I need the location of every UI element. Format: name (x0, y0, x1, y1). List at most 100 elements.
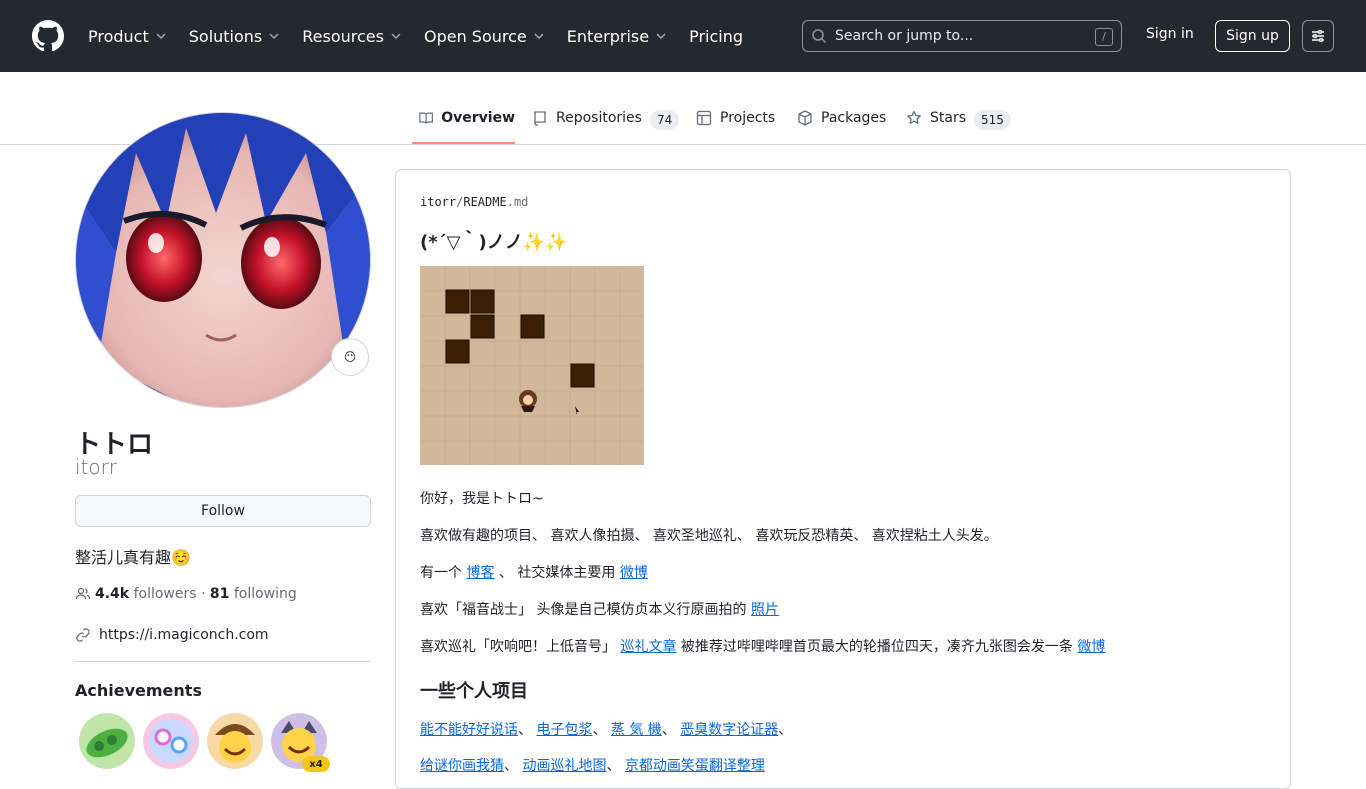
achievement-starstruck-icon[interactable] (207, 713, 263, 769)
blog-link[interactable]: 博客 (466, 565, 494, 581)
status-emoji[interactable]: 😶 (331, 338, 369, 376)
avatar-image (76, 113, 370, 407)
search-placeholder: Search or jump to... (835, 28, 974, 44)
nav-label: Pricing (689, 26, 744, 46)
nav-resources[interactable]: Resources (302, 27, 402, 46)
project-link[interactable]: 蒸 気 機 (611, 722, 662, 738)
dot-separator: · (200, 586, 206, 602)
tab-label: Repositories (556, 110, 642, 126)
repo-icon (534, 111, 546, 126)
search-shortcut-key: / (1095, 28, 1113, 46)
top-navbar: Product Solutions Resources Open Source … (0, 0, 1366, 72)
sign-in-link[interactable]: Sign in (1146, 26, 1194, 42)
pilgrimage-article-link[interactable]: 巡礼文章 (620, 639, 676, 655)
star-icon (907, 110, 921, 124)
separator: 、 (518, 722, 532, 738)
readme-owner[interactable]: itorr (420, 195, 456, 209)
text: 喜欢巡礼「吹响吧！上低音号」 (420, 639, 621, 655)
separator: 、 (778, 722, 793, 738)
followers-count[interactable]: 4.4k (95, 586, 129, 602)
followers-label[interactable]: followers (134, 586, 197, 602)
tab-label: Packages (821, 110, 887, 126)
readme-ext: .md (506, 195, 529, 209)
readme-intro: 你好，我是トトロ~ (420, 491, 544, 507)
chevron-down-icon (391, 33, 401, 40)
search-input[interactable]: Search or jump to... / (802, 20, 1122, 52)
readme-blog-line: 有一个 博客 、 社交媒体主要用 微博 (420, 562, 648, 582)
achievement-pair-extraordinaire-icon[interactable] (79, 713, 135, 769)
following-count[interactable]: 81 (210, 586, 229, 602)
project-link[interactable]: 电子包浆 (536, 722, 592, 738)
tab-projects[interactable]: Projects (696, 96, 775, 144)
book-icon (419, 112, 433, 124)
repositories-count: 74 (649, 110, 680, 130)
avatar[interactable] (75, 112, 371, 408)
readme-likes: 喜欢做有趣的项目、 喜欢人像拍摄、 喜欢圣地巡礼、 喜欢玩反恐精英、 喜欢捏粘土… (420, 528, 998, 544)
project-link[interactable]: 给谜你画我猜 (420, 758, 504, 774)
following-label[interactable]: following (234, 586, 297, 602)
chevron-down-icon (656, 33, 666, 40)
tab-label: Projects (720, 110, 776, 126)
project-link[interactable]: 能不能好好说话 (420, 722, 518, 738)
weibo-post-link[interactable]: 微博 (1077, 639, 1105, 655)
projects-heading: 一些个人项目 (420, 681, 528, 702)
separator: 、 (606, 758, 621, 774)
nav-product[interactable]: Product (88, 27, 167, 46)
text: 、 社交媒体主要用 (494, 565, 620, 581)
readme-card (395, 169, 1291, 789)
sidebar-divider (75, 661, 371, 662)
tab-repositories[interactable]: Repositories 74 (532, 96, 680, 144)
readme-heading: (*´▽｀)ノノ✨✨ (420, 232, 568, 253)
nav-label: Solutions (188, 26, 263, 46)
project-link[interactable]: 动画巡礼地图 (522, 758, 606, 774)
stars-count: 515 (974, 110, 1011, 130)
nav-open-source[interactable]: Open Source (424, 27, 545, 46)
nav-label: Enterprise (566, 26, 650, 46)
project-link[interactable]: 恶臭数字论证器 (680, 722, 778, 738)
nav-solutions[interactable]: Solutions (189, 27, 281, 46)
weibo-link[interactable]: 微博 (620, 565, 648, 581)
achievement-multiplier-badge: x4 (302, 756, 330, 772)
separator: 、 (661, 722, 676, 738)
readme-file[interactable]: README (463, 195, 506, 209)
game-animation-image (420, 266, 644, 465)
nav-label: Resources (302, 26, 384, 46)
separator: 、 (504, 758, 518, 774)
projects-list-row-2: 给谜你画我猜、 动画巡礼地图、 京都动画笑蛋翻译整理 (420, 755, 765, 775)
package-icon (798, 110, 812, 126)
nav-enterprise[interactable]: Enterprise (567, 27, 667, 46)
nav-pricing[interactable]: Pricing (689, 27, 743, 46)
tab-label: Overview (441, 110, 515, 126)
tab-overview[interactable]: Overview (412, 96, 515, 144)
tab-packages[interactable]: Packages (797, 96, 886, 144)
chevron-down-icon (534, 33, 544, 40)
text: 被推荐过哔哩哔哩首页最大的轮播位四天，凑齐九张图会发一条 (676, 639, 1078, 655)
text: 喜欢「福音战士」 头像是自己模仿贞本义行原画拍的 (420, 602, 751, 618)
achievement-yolo-icon[interactable] (143, 713, 199, 769)
sliders-icon (1312, 29, 1324, 43)
tab-stars[interactable]: Stars 515 (906, 96, 1011, 144)
github-logo-icon[interactable] (32, 20, 64, 52)
website-link[interactable]: https://i.magiconch.com (75, 627, 269, 643)
main-nav: Product Solutions Resources Open Source … (88, 0, 765, 72)
readme-path: itorr/README.md (420, 195, 528, 209)
chevron-down-icon (156, 33, 166, 40)
tab-label: Stars (930, 110, 967, 126)
table-icon (696, 110, 712, 126)
website-url: https://i.magiconch.com (99, 627, 269, 643)
photo-link[interactable]: 照片 (751, 602, 779, 618)
follow-button[interactable]: Follow (75, 495, 371, 527)
settings-menu-button[interactable] (1302, 20, 1334, 52)
text: 有一个 (420, 565, 467, 581)
profile-bio: 整活儿真有趣☺️ (75, 548, 191, 567)
nav-label: Open Source (423, 26, 527, 46)
readme-eva-line: 喜欢「福音战士」 头像是自己模仿贞本义行原画拍的 照片 (420, 599, 779, 619)
people-icon (75, 587, 91, 600)
achievements-title: Achievements (75, 681, 202, 700)
nav-label: Product (88, 26, 149, 46)
search-icon (812, 29, 827, 44)
readme-pilgrimage-line: 喜欢巡礼「吹响吧！上低音号」 巡礼文章 被推荐过哔哩哔哩首页最大的轮播位四天，凑… (420, 636, 1105, 656)
project-link[interactable]: 京都动画笑蛋翻译整理 (625, 758, 765, 774)
separator: 、 (592, 722, 607, 738)
sign-up-button[interactable]: Sign up (1215, 20, 1290, 52)
